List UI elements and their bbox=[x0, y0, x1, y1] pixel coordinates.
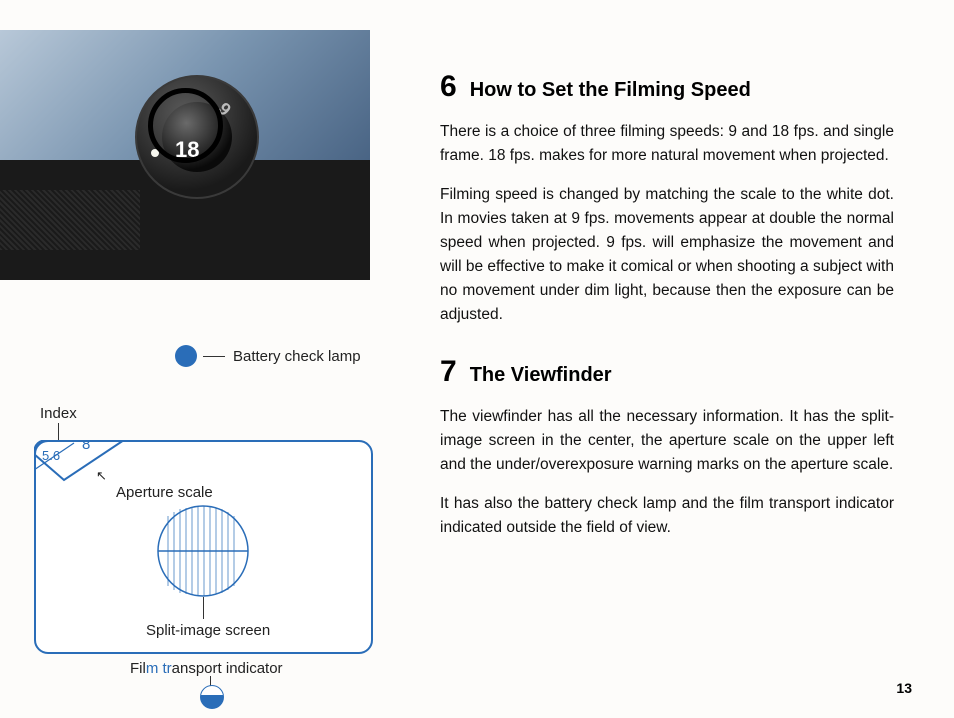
viewfinder-diagram: 5.6 8 ↖ Aperture scale Split-image scree… bbox=[34, 440, 373, 654]
section-6-para-2: Filming speed is changed by matching the… bbox=[440, 183, 894, 327]
camera-leather bbox=[0, 190, 140, 250]
aperture-arrow-icon: ↖ bbox=[96, 468, 107, 484]
section-7: 7 The Viewfinder The viewfinder has all … bbox=[440, 355, 894, 540]
film-transport-label: Film transport indicator bbox=[130, 660, 283, 677]
aperture-scale-label: Aperture scale bbox=[116, 484, 213, 501]
split-image-screen-icon bbox=[156, 504, 250, 598]
film-indicator-dot bbox=[200, 685, 224, 709]
aperture-value-5-6: 5.6 bbox=[42, 448, 60, 463]
section-7-para-1: The viewfinder has all the necessary inf… bbox=[440, 405, 894, 477]
section-6-heading: 6 How to Set the Filming Speed bbox=[440, 70, 894, 104]
film-label-pre: Fil bbox=[130, 660, 146, 677]
battery-check-label: Battery check lamp bbox=[233, 348, 361, 365]
split-leader-line bbox=[203, 597, 204, 619]
index-leader-line bbox=[58, 423, 59, 441]
film-transport-indicator-icon bbox=[200, 685, 224, 709]
film-label-mid: m tr bbox=[146, 660, 172, 677]
index-label: Index bbox=[40, 405, 77, 422]
section-6: 6 How to Set the Filming Speed There is … bbox=[440, 70, 894, 327]
section-7-para-2: It has also the battery check lamp and t… bbox=[440, 492, 894, 540]
battery-lamp-icon bbox=[175, 345, 197, 367]
manual-page: 18 9 Battery check lamp Index 5.6 8 ↖ bbox=[0, 0, 954, 718]
battery-check-callout: Battery check lamp bbox=[175, 345, 361, 367]
camera-photo: 18 9 bbox=[0, 30, 370, 280]
right-column: 6 How to Set the Filming Speed There is … bbox=[420, 20, 924, 698]
section-number: 7 bbox=[440, 355, 456, 389]
section-7-heading: 7 The Viewfinder bbox=[440, 355, 894, 389]
section-6-para-1: There is a choice of three filming speed… bbox=[440, 120, 894, 168]
left-column: 18 9 Battery check lamp Index 5.6 8 ↖ bbox=[0, 20, 420, 698]
leader-line bbox=[203, 356, 225, 357]
highlight-circle-icon bbox=[148, 88, 223, 163]
section-title: The Viewfinder bbox=[470, 364, 612, 387]
aperture-value-8: 8 bbox=[82, 440, 90, 453]
section-number: 6 bbox=[440, 70, 456, 104]
page-number: 13 bbox=[896, 680, 912, 696]
film-label-post: ansport indicator bbox=[172, 660, 283, 677]
section-title: How to Set the Filming Speed bbox=[470, 79, 751, 102]
split-image-label: Split-image screen bbox=[146, 622, 270, 639]
aperture-scale-corner: 5.6 8 bbox=[34, 440, 124, 490]
